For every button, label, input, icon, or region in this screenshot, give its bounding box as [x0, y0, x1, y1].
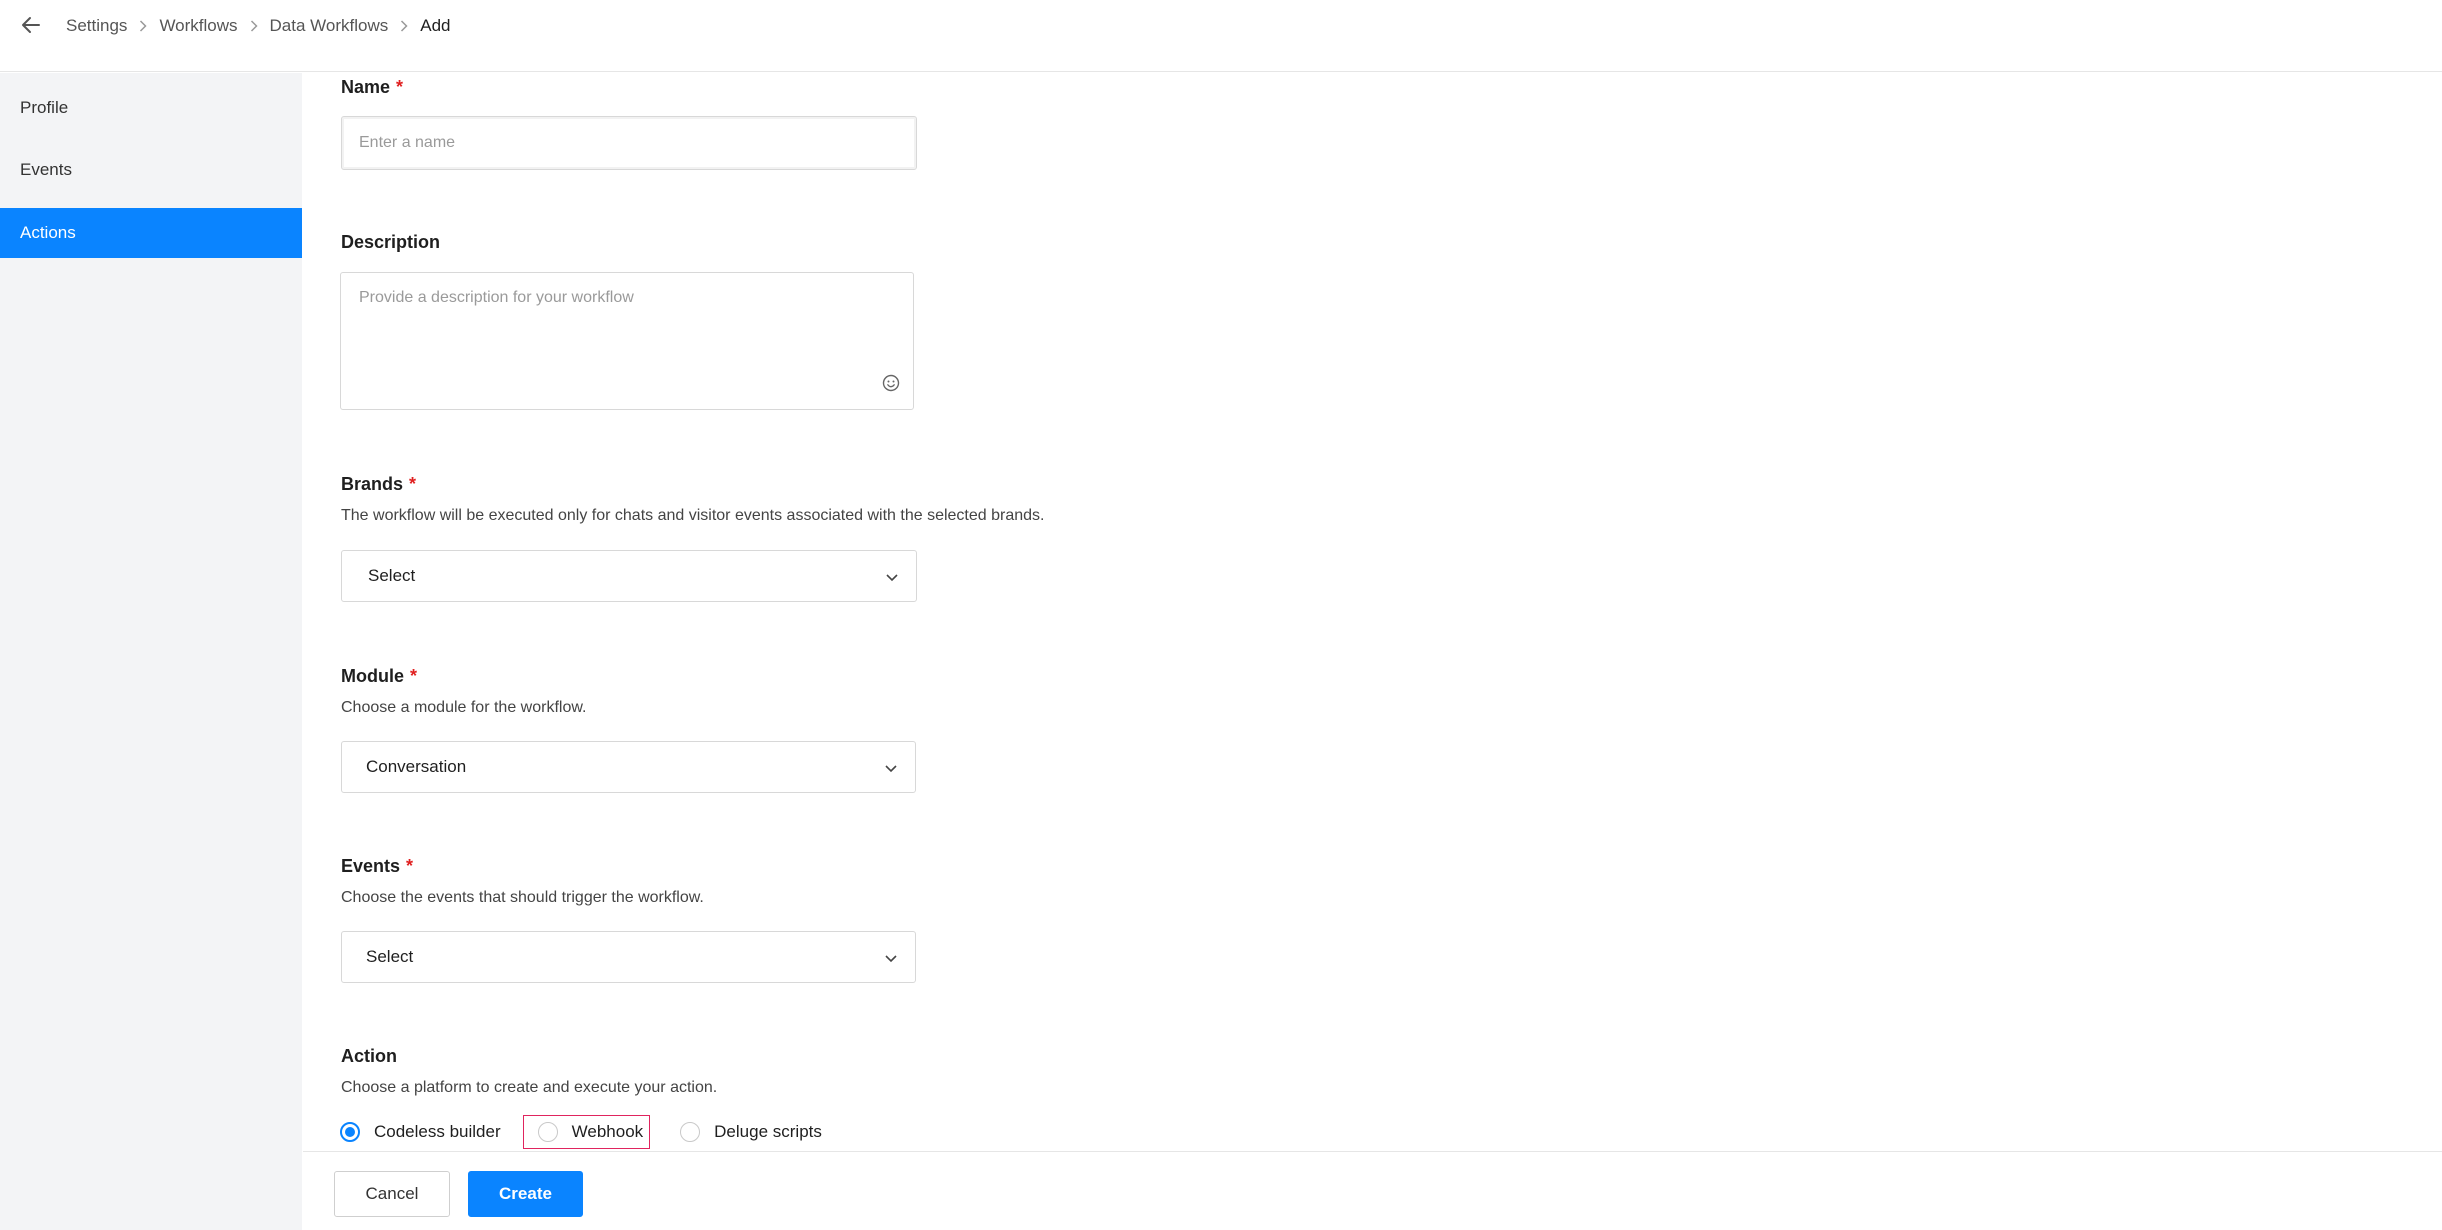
- required-mark: *: [406, 856, 414, 876]
- events-label-text: Events: [341, 856, 401, 876]
- sidebar: Profile Events Actions: [0, 73, 302, 1230]
- brands-helper: The workflow will be executed only for c…: [341, 507, 1045, 524]
- required-mark: *: [410, 666, 418, 686]
- module-select[interactable]: Conversation: [341, 741, 916, 793]
- form-footer: Cancel Create: [303, 1151, 2442, 1230]
- cancel-button[interactable]: Cancel: [334, 1171, 450, 1217]
- workflow-form: Name* Description Brands* The workflow w…: [303, 73, 2442, 1151]
- brands-label: Brands *: [341, 474, 416, 495]
- module-label: Module *: [341, 666, 417, 687]
- sidebar-item-actions[interactable]: Actions: [0, 208, 302, 258]
- radio-deluge-scripts[interactable]: Deluge scripts: [680, 1115, 822, 1149]
- radio-webhook[interactable]: Webhook: [522, 1115, 651, 1149]
- action-radio-group: Codeless builder Webhook Deluge scripts: [340, 1115, 822, 1149]
- name-label-text: Name: [341, 77, 391, 97]
- chevron-down-icon: [881, 758, 901, 778]
- chevron-down-icon: [882, 567, 902, 587]
- sidebar-item-events[interactable]: Events: [0, 145, 302, 195]
- module-label-text: Module: [341, 666, 404, 686]
- sidebar-item-profile[interactable]: Profile: [0, 83, 302, 133]
- breadcrumb: Settings Workflows Data Workflows Add: [66, 14, 451, 38]
- radio-dot: [537, 1122, 558, 1142]
- action-label: Action: [341, 1046, 397, 1066]
- brands-select-value: Select: [368, 566, 416, 585]
- events-label: Events *: [341, 856, 413, 877]
- events-helper: Choose the events that should trigger th…: [341, 889, 704, 906]
- events-select[interactable]: Select: [341, 931, 916, 983]
- description-input[interactable]: [341, 273, 913, 409]
- radio-dot: [340, 1122, 360, 1142]
- arrow-left-icon: [21, 16, 41, 39]
- name-label: Name *: [341, 77, 403, 98]
- name-input[interactable]: [342, 117, 916, 169]
- radio-codeless-builder[interactable]: Codeless builder: [340, 1115, 501, 1149]
- description-field[interactable]: [340, 272, 914, 410]
- breadcrumb-settings[interactable]: Settings: [66, 16, 127, 36]
- radio-dot: [680, 1122, 701, 1142]
- required-mark: *: [409, 474, 417, 494]
- chevron-right-icon: [238, 14, 270, 38]
- required-mark: *: [396, 77, 404, 97]
- radio-label: Webhook: [571, 1122, 644, 1141]
- back-button[interactable]: [16, 12, 46, 42]
- top-header: Settings Workflows Data Workflows Add: [0, 0, 2442, 72]
- name-field[interactable]: [341, 116, 917, 170]
- chevron-right-icon: [388, 14, 420, 38]
- breadcrumb-data-workflows[interactable]: Data Workflows: [270, 16, 389, 36]
- radio-label: Deluge scripts: [714, 1122, 822, 1141]
- brands-select[interactable]: Select: [341, 550, 917, 602]
- module-helper: Choose a module for the workflow.: [341, 699, 587, 716]
- brands-label-text: Brands: [341, 474, 404, 494]
- breadcrumb-workflows[interactable]: Workflows: [159, 16, 237, 36]
- smiley-icon[interactable]: [881, 373, 901, 393]
- action-helper: Choose a platform to create and execute …: [341, 1079, 718, 1096]
- module-select-value: Conversation: [366, 757, 467, 776]
- events-select-value: Select: [366, 947, 414, 966]
- create-button[interactable]: Create: [468, 1171, 583, 1217]
- chevron-down-icon: [881, 948, 901, 968]
- chevron-right-icon: [127, 14, 159, 38]
- breadcrumb-add: Add: [420, 16, 451, 35]
- radio-label: Codeless builder: [374, 1122, 501, 1141]
- description-label: Description: [341, 232, 441, 252]
